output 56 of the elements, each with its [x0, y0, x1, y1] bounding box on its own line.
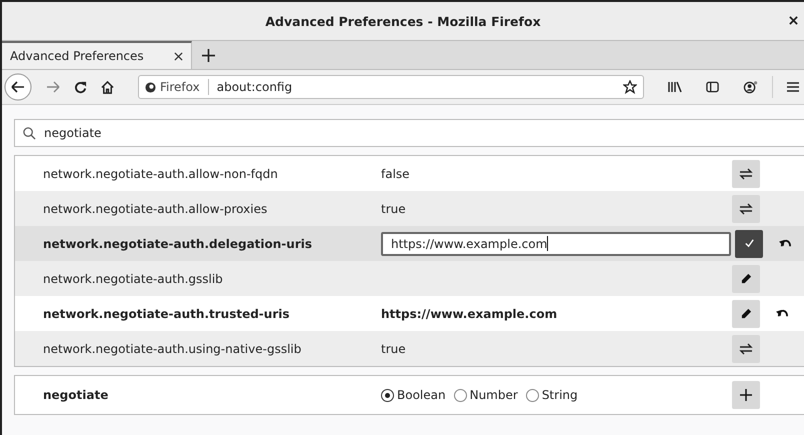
preference-row[interactable]: network.negotiate-auth.gsslib — [15, 261, 804, 296]
preference-row[interactable]: network.negotiate-auth.allow-proxies true — [15, 191, 804, 226]
home-icon[interactable] — [101, 80, 114, 94]
pencil-icon — [740, 308, 752, 319]
edit-button[interactable] — [732, 264, 760, 292]
bookmark-star-icon[interactable] — [623, 80, 637, 94]
type-radio[interactable]: Number — [454, 388, 518, 402]
pencil-icon — [740, 273, 752, 284]
edit-button[interactable] — [732, 300, 760, 328]
radio-icon[interactable] — [381, 388, 394, 402]
toggle-icon — [739, 342, 753, 354]
reset-icon[interactable] — [778, 238, 792, 249]
preference-name: network.negotiate-auth.using-native-gsslib — [42, 342, 302, 356]
browser-tab[interactable]: Advanced Preferences — [2, 41, 192, 69]
toggle-button[interactable] — [732, 160, 760, 188]
forward-icon[interactable] — [46, 81, 60, 93]
radio-icon[interactable] — [454, 388, 467, 402]
library-icon[interactable] — [668, 81, 682, 93]
preference-value: true — [381, 342, 406, 356]
close-icon[interactable] — [789, 16, 798, 25]
address-bar[interactable]: Firefox about:config — [138, 75, 644, 99]
save-button[interactable] — [735, 230, 763, 258]
window-title: Advanced Preferences - Mozilla Firefox — [265, 14, 541, 28]
value-input-field[interactable]: https://www.example.com — [381, 232, 731, 256]
type-radio[interactable]: Boolean — [381, 388, 446, 402]
new-tab-icon[interactable] — [202, 48, 215, 62]
preference-name: network.negotiate-auth.gsslib — [42, 272, 224, 286]
toggle-button[interactable] — [732, 334, 760, 362]
reload-icon[interactable] — [74, 80, 87, 94]
type-radio[interactable]: String — [526, 388, 578, 402]
plus-icon — [740, 389, 752, 401]
preference-name: network.negotiate-auth.delegation-uris — [42, 236, 314, 250]
back-icon[interactable] — [4, 73, 32, 101]
preference-name: network.negotiate-auth.allow-non-fqdn — [42, 166, 279, 180]
radio-icon[interactable] — [526, 388, 539, 402]
firefox-logo-icon — [145, 82, 156, 92]
search-icon — [23, 126, 36, 140]
new-preference-name: negotiate — [42, 388, 110, 402]
preference-name: network.negotiate-auth.allow-proxies — [42, 202, 268, 216]
reset-icon[interactable] — [776, 308, 788, 319]
preference-row[interactable]: network.negotiate-auth.delegation-uris https://www.example.com — [15, 226, 804, 261]
preference-name: network.negotiate-auth.trusted-uris — [42, 306, 291, 320]
toggle-icon — [739, 202, 753, 214]
checkmark-icon — [744, 238, 754, 249]
preference-value: false — [381, 166, 410, 180]
sidebar-icon[interactable] — [706, 81, 719, 93]
close-icon[interactable] — [174, 52, 183, 60]
menu-icon[interactable] — [787, 81, 799, 93]
add-button[interactable] — [732, 381, 760, 409]
preference-value: https://www.example.com — [381, 306, 558, 320]
toggle-icon — [739, 168, 753, 180]
preference-row[interactable]: network.negotiate-auth.using-native-gsslib true — [15, 331, 804, 366]
search-field[interactable]: negotiate — [14, 119, 804, 147]
account-icon[interactable] — [743, 80, 758, 94]
toggle-button[interactable] — [732, 194, 760, 222]
preference-value: true — [381, 202, 406, 216]
